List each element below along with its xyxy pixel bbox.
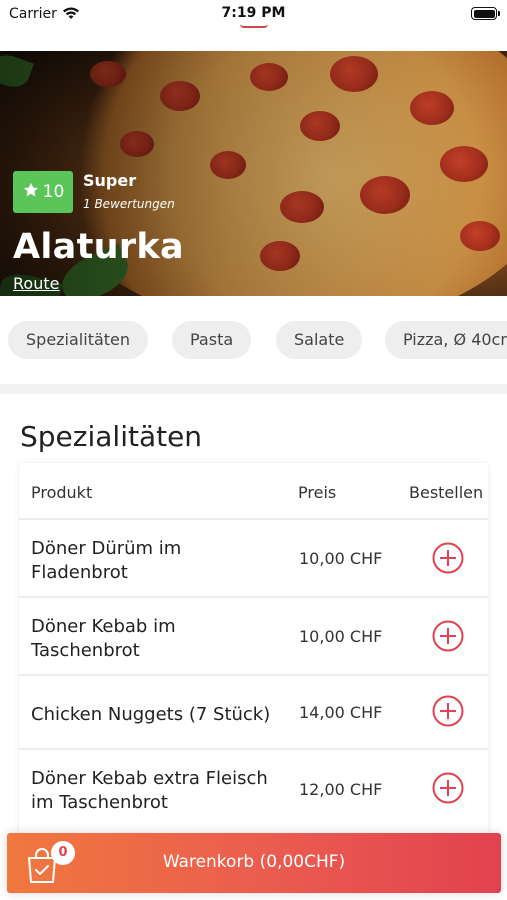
rating-score: 10 <box>42 182 65 202</box>
restaurant-hero: 10 Super 1 Bewertungen Alaturka Route <box>0 51 507 296</box>
product-name: Döner Dürüm im Fladenbrot <box>31 538 182 583</box>
table-row: Chicken Nuggets (7 Stück) 14,00 CHF <box>19 674 488 748</box>
cart-button[interactable]: 0 Warenkorb (0,00CHF) <box>7 833 501 893</box>
product-price: 14,00 CHF <box>299 703 383 722</box>
rating-count: 1 Bewertungen <box>83 197 175 211</box>
category-chip-pizza[interactable]: Pizza, Ø 40cm <box>385 321 507 359</box>
table-row: Döner Dürüm im Fladenbrot 10,00 CHF <box>19 518 488 596</box>
product-price: 12,00 CHF <box>299 780 383 799</box>
category-chip-spezialitaeten[interactable]: Spezialitäten <box>8 321 149 359</box>
clock-label: 7:19 PM <box>221 5 286 21</box>
product-price: 10,00 CHF <box>299 549 383 568</box>
plus-circle-icon <box>432 695 464 727</box>
add-to-cart-button[interactable] <box>432 695 464 727</box>
product-name: Döner Kebab extra Fleisch im Taschenbrot <box>31 768 268 813</box>
category-chip-pasta[interactable]: Pasta <box>172 321 252 359</box>
category-chips: Spezialitäten Pasta Salate Pizza, Ø 40cm <box>0 296 507 384</box>
route-link[interactable]: Route <box>13 274 59 293</box>
table-row: Döner Kebab im Taschenbrot 10,00 CHF <box>19 596 488 674</box>
category-chip-salate[interactable]: Salate <box>276 321 363 359</box>
header-product: Produkt <box>31 483 93 502</box>
rating-badge: 10 <box>13 171 73 213</box>
product-name: Döner Kebab im Taschenbrot <box>31 616 176 661</box>
plus-circle-icon <box>432 772 464 804</box>
add-to-cart-button[interactable] <box>432 772 464 804</box>
header-order: Bestellen <box>409 483 484 502</box>
header-price: Preis <box>298 483 337 502</box>
status-bar: Carrier 7:19 PM <box>0 0 507 50</box>
plus-circle-icon <box>432 620 464 652</box>
add-to-cart-button[interactable] <box>432 620 464 652</box>
cart-label: Warenkorb (0,00CHF) <box>162 852 346 872</box>
add-to-cart-button[interactable] <box>432 542 464 574</box>
section-divider <box>0 384 507 394</box>
table-row: Döner Kebab extra Fleisch im Taschenbrot… <box>19 748 488 828</box>
section-title: Spezialitäten <box>20 420 203 453</box>
restaurant-name: Alaturka <box>13 227 184 267</box>
battery-icon <box>471 7 500 20</box>
product-name: Chicken Nuggets (7 Stück) <box>31 704 271 725</box>
product-price: 10,00 CHF <box>299 627 383 646</box>
plus-circle-icon <box>432 542 464 574</box>
menu-table: Produkt Preis Bestellen Döner Dürüm im F… <box>19 463 488 883</box>
rating-label: Super <box>83 171 137 190</box>
app-logo-mark <box>240 24 268 28</box>
star-icon <box>22 181 40 204</box>
